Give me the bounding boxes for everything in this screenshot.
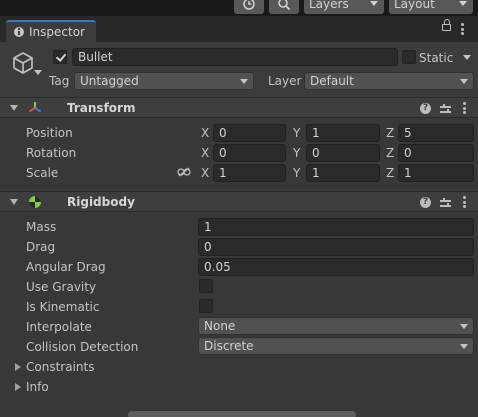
collision-detection-label: Collision Detection <box>26 340 139 354</box>
tab-bar: Inspector <box>0 16 478 42</box>
interpolate-label: Interpolate <box>26 320 92 334</box>
chevron-down-icon <box>240 79 248 84</box>
chevron-down-icon <box>460 324 468 329</box>
search-button[interactable] <box>269 0 299 14</box>
position-label: Position <box>26 126 73 140</box>
static-label: Static <box>419 51 454 65</box>
layer-label: Layer <box>268 74 302 88</box>
layer-value: Default <box>310 74 354 88</box>
active-toggle[interactable] <box>53 50 67 64</box>
mass-field[interactable]: 1 <box>198 218 474 236</box>
component-menu-icon[interactable] <box>463 196 466 208</box>
drag-field[interactable]: 0 <box>198 238 474 256</box>
gameobject-header: Bullet Static Tag Untagged Layer Default <box>0 42 478 97</box>
constraints-foldout-icon[interactable] <box>15 363 21 371</box>
tag-label: Tag <box>49 74 70 88</box>
tab-inspector[interactable]: Inspector <box>6 20 96 42</box>
interpolate-dropdown[interactable]: None <box>198 317 474 335</box>
transform-header[interactable]: Transform ? <box>0 97 478 118</box>
tag-value: Untagged <box>80 74 139 88</box>
info-foldout-icon[interactable] <box>15 383 21 391</box>
chevron-down-icon <box>370 1 378 6</box>
scale-x-field[interactable]: 1 <box>213 164 286 182</box>
is-kinematic-label: Is Kinematic <box>26 300 100 314</box>
icon-picker-arrow-icon[interactable] <box>34 70 42 75</box>
collision-detection-value: Discrete <box>204 339 254 353</box>
layout-dropdown[interactable]: Layout <box>389 0 473 14</box>
position-z-field[interactable]: 5 <box>398 124 474 142</box>
info-icon <box>14 27 24 37</box>
position-x-field[interactable]: 0 <box>213 124 286 142</box>
rigidbody-title: Rigidbody <box>67 195 135 209</box>
gameobject-name-field[interactable]: Bullet <box>72 48 398 66</box>
use-gravity-checkbox[interactable] <box>199 279 213 293</box>
rotation-x-label[interactable]: X <box>201 146 209 160</box>
scale-x-label[interactable]: X <box>201 166 209 180</box>
rotation-label: Rotation <box>26 146 77 160</box>
rigidbody-body: Mass 1 Drag 0 Angular Drag 0.05 Use Grav… <box>0 213 478 417</box>
position-y-field[interactable]: 1 <box>306 124 380 142</box>
scale-y-label[interactable]: Y <box>293 166 300 180</box>
transform-axes-icon <box>28 102 42 113</box>
history-icon <box>243 0 255 10</box>
interpolate-value: None <box>204 319 236 333</box>
mass-label: Mass <box>26 220 57 234</box>
position-x-label[interactable]: X <box>201 126 209 140</box>
scale-z-label[interactable]: Z <box>386 166 394 180</box>
foldout-open-icon[interactable] <box>10 105 18 111</box>
is-kinematic-checkbox[interactable] <box>199 299 213 313</box>
rotation-y-label[interactable]: Y <box>293 146 300 160</box>
position-y-label[interactable]: Y <box>293 126 300 140</box>
angular-drag-label: Angular Drag <box>26 260 106 274</box>
rotation-z-label[interactable]: Z <box>386 146 394 160</box>
more-options-icon[interactable] <box>461 23 464 35</box>
rigidbody-ball-icon <box>29 196 41 208</box>
help-icon[interactable]: ? <box>420 103 431 114</box>
chevron-down-icon <box>459 1 467 6</box>
help-icon[interactable]: ? <box>420 197 431 208</box>
rotation-y-field[interactable]: 0 <box>306 144 380 162</box>
history-button[interactable] <box>234 0 264 14</box>
top-toolbar: Layers Layout <box>0 0 478 16</box>
layer-dropdown[interactable]: Default <box>304 72 474 90</box>
foldout-open-icon[interactable] <box>10 199 18 205</box>
transform-body: Position X 0 Y 1 Z 5 Rotation X 0 Y 0 Z … <box>0 119 478 191</box>
unlinked-chain-icon[interactable] <box>177 167 191 177</box>
collision-detection-dropdown[interactable]: Discrete <box>198 337 474 355</box>
chevron-down-icon <box>460 344 468 349</box>
scale-y-field[interactable]: 1 <box>306 164 380 182</box>
chevron-down-icon <box>460 79 468 84</box>
scale-label: Scale <box>26 166 59 180</box>
rigidbody-header[interactable]: Rigidbody ? <box>0 191 478 212</box>
rotation-x-field[interactable]: 0 <box>213 144 286 162</box>
cube-icon <box>13 52 33 74</box>
angular-drag-field[interactable]: 0.05 <box>198 258 474 276</box>
rotation-z-field[interactable]: 0 <box>398 144 474 162</box>
scale-z-field[interactable]: 1 <box>398 164 474 182</box>
layout-label: Layout <box>394 0 435 11</box>
info-label[interactable]: Info <box>26 380 49 394</box>
component-menu-icon[interactable] <box>463 102 466 114</box>
preset-icon[interactable] <box>440 197 451 208</box>
static-dropdown-icon[interactable] <box>463 55 471 60</box>
tab-inspector-label: Inspector <box>29 25 85 39</box>
constraints-label[interactable]: Constraints <box>26 360 94 374</box>
static-checkbox[interactable] <box>402 50 416 64</box>
lock-icon[interactable] <box>442 19 451 31</box>
drag-label: Drag <box>26 240 56 254</box>
transform-title: Transform <box>67 101 136 115</box>
search-icon <box>278 0 291 11</box>
layers-label: Layers <box>309 0 349 11</box>
use-gravity-label: Use Gravity <box>26 280 97 294</box>
position-z-label[interactable]: Z <box>386 126 394 140</box>
add-component-button-edge[interactable] <box>128 411 356 417</box>
layers-dropdown[interactable]: Layers <box>304 0 384 14</box>
preset-icon[interactable] <box>440 103 451 114</box>
tag-dropdown[interactable]: Untagged <box>74 72 254 90</box>
